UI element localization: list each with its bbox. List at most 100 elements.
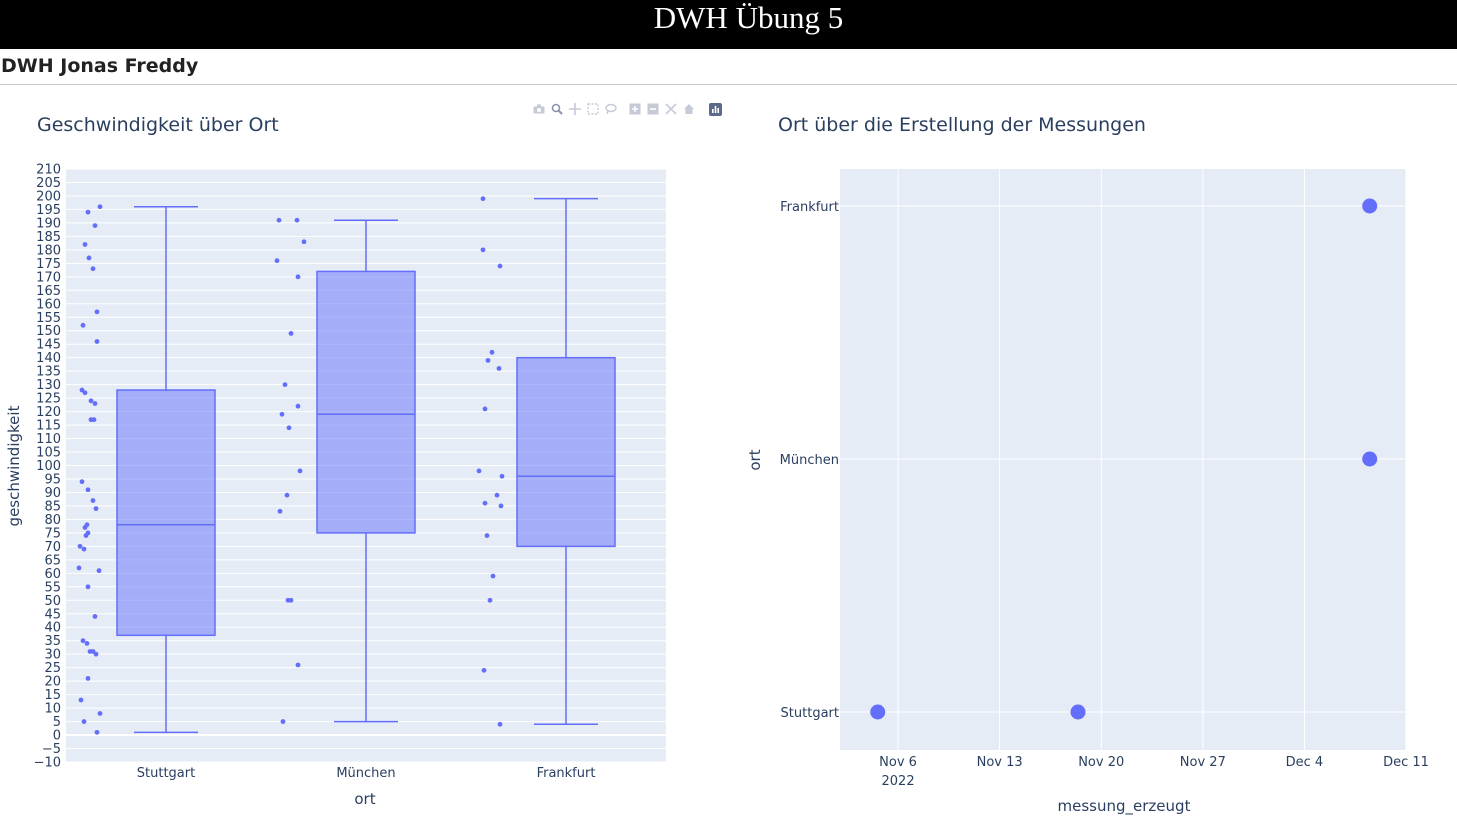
box-y-tick-label: 95: [44, 472, 61, 487]
box-data-point: [93, 651, 99, 657]
box-y-tick-label: 180: [36, 243, 61, 258]
box-data-point: [90, 266, 96, 272]
box-data-point: [78, 697, 84, 703]
box-data-point: [91, 417, 97, 423]
box-chart-title: Geschwindigkeit über Ort: [37, 114, 279, 136]
scatter-data-point: [1070, 704, 1086, 720]
box-data-point: [484, 533, 490, 538]
box-y-tick-label: 10: [44, 702, 61, 717]
box-data-point: [92, 401, 98, 406]
box-data-point: [480, 247, 486, 253]
box-y-tick-label: 120: [36, 405, 61, 420]
box-y-tick-label: 115: [36, 419, 61, 434]
box-chart-x-axis-title: ort: [354, 790, 375, 808]
box-data-point: [301, 239, 307, 245]
box-data-point: [276, 217, 282, 223]
box-y-tick-label: 80: [44, 513, 61, 528]
box-y-tick-label: 0: [53, 729, 61, 744]
box-chart: Geschwindigkeit über Ort ort geschwindig…: [5, 114, 666, 808]
box-y-tick-label: 155: [36, 311, 61, 326]
scatter-chart-title: Ort über die Erstellung der Messungen: [778, 114, 1146, 136]
box-y-tick-label: 90: [44, 486, 61, 501]
box-y-tick-label: 5: [53, 715, 61, 730]
box-data-point: [94, 339, 100, 344]
box-y-tick-label: 35: [44, 634, 61, 649]
box-data-point: [284, 492, 290, 498]
box-y-tick-label: 45: [44, 607, 61, 622]
box-data-point: [76, 565, 82, 571]
scatter-chart: Ort über die Erstellung der Messungen me…: [746, 114, 1429, 816]
box-y-tick-label: 100: [36, 459, 61, 474]
box-y-tick-label: 20: [44, 675, 61, 690]
box-y-tick-label: 125: [36, 392, 61, 407]
box-data-point: [288, 597, 294, 603]
scatter-y-tick-label: Frankfurt: [780, 200, 839, 215]
box-data-point: [86, 255, 92, 261]
box-data-point: [93, 506, 99, 512]
box-data-point: [81, 719, 87, 724]
scatter-x-tick-label: Nov 6: [879, 755, 917, 770]
scatter-x-tick-label: Nov 13: [977, 755, 1023, 770]
box-data-point: [480, 196, 486, 202]
box-y-tick-label: 160: [36, 297, 61, 312]
box-y-tick-label: 135: [36, 365, 61, 380]
box-y-tick-label: 50: [44, 594, 61, 609]
box-data-point: [485, 357, 491, 363]
box-data-point: [295, 274, 301, 280]
box-data-point: [83, 533, 89, 538]
box-data-point: [85, 584, 91, 590]
box-y-tick-label: 210: [36, 163, 61, 178]
box-y-tick-label: 205: [36, 176, 61, 191]
box-y-tick-label: 25: [44, 661, 61, 676]
box-y-tick-label: 110: [36, 432, 61, 447]
box-x-tick-label: Frankfurt: [537, 766, 596, 781]
box-data-point: [92, 614, 98, 619]
box-data-point: [82, 242, 88, 247]
box-data-point: [81, 546, 87, 552]
box-data-point: [88, 398, 94, 404]
box-data-point: [487, 597, 493, 603]
scatter-chart-x-axis-title: messung_erzeugt: [1058, 797, 1191, 816]
box-data-point: [476, 468, 482, 474]
box-data-point: [277, 508, 283, 514]
scatter-y-tick-label: München: [780, 453, 839, 468]
box-y-tick-label: 185: [36, 230, 61, 245]
box-x-tick-label: Stuttgart: [137, 766, 195, 781]
box-x-tick-label: München: [336, 766, 395, 781]
box-iqr-rect: [316, 270, 416, 534]
box-data-point: [85, 209, 91, 215]
box-y-tick-label: 130: [36, 378, 61, 393]
box-data-point: [94, 309, 100, 315]
box-data-point: [496, 366, 502, 371]
box-data-point: [482, 500, 488, 506]
charts-canvas: Geschwindigkeit über Ort ort geschwindig…: [5, 114, 1429, 816]
scatter-data-point: [1362, 451, 1378, 467]
box-data-point: [295, 662, 301, 668]
box-y-tick-label: 175: [36, 257, 61, 272]
box-data-point: [286, 425, 292, 431]
box-data-point: [482, 406, 488, 412]
box-data-point: [489, 349, 495, 355]
box-data-point: [497, 263, 503, 269]
box-iqr-rect: [116, 389, 216, 637]
box-y-tick-label: 30: [44, 648, 61, 663]
box-data-point: [297, 468, 303, 474]
scatter-chart-y-axis-title: ort: [746, 449, 764, 470]
box-data-point: [279, 411, 285, 417]
box-data-point: [481, 667, 487, 673]
box-data-point: [280, 719, 286, 724]
box-y-tick-label: 150: [36, 324, 61, 339]
box-y-tick-label: 15: [44, 688, 61, 703]
scatter-x-tick-label: Dec 11: [1383, 755, 1429, 770]
box-data-point: [77, 543, 83, 549]
box-y-tick-label: 200: [36, 189, 61, 204]
box-iqr-rect: [516, 356, 616, 548]
box-data-point: [499, 473, 505, 479]
box-data-point: [295, 403, 301, 409]
box-y-tick-label: 165: [36, 284, 61, 299]
box-y-tick-label: 145: [36, 338, 61, 353]
box-data-point: [494, 492, 500, 498]
box-data-point: [94, 729, 100, 735]
scatter-x-tick-label: Dec 4: [1286, 755, 1324, 770]
box-y-tick-label: −5: [42, 742, 61, 757]
